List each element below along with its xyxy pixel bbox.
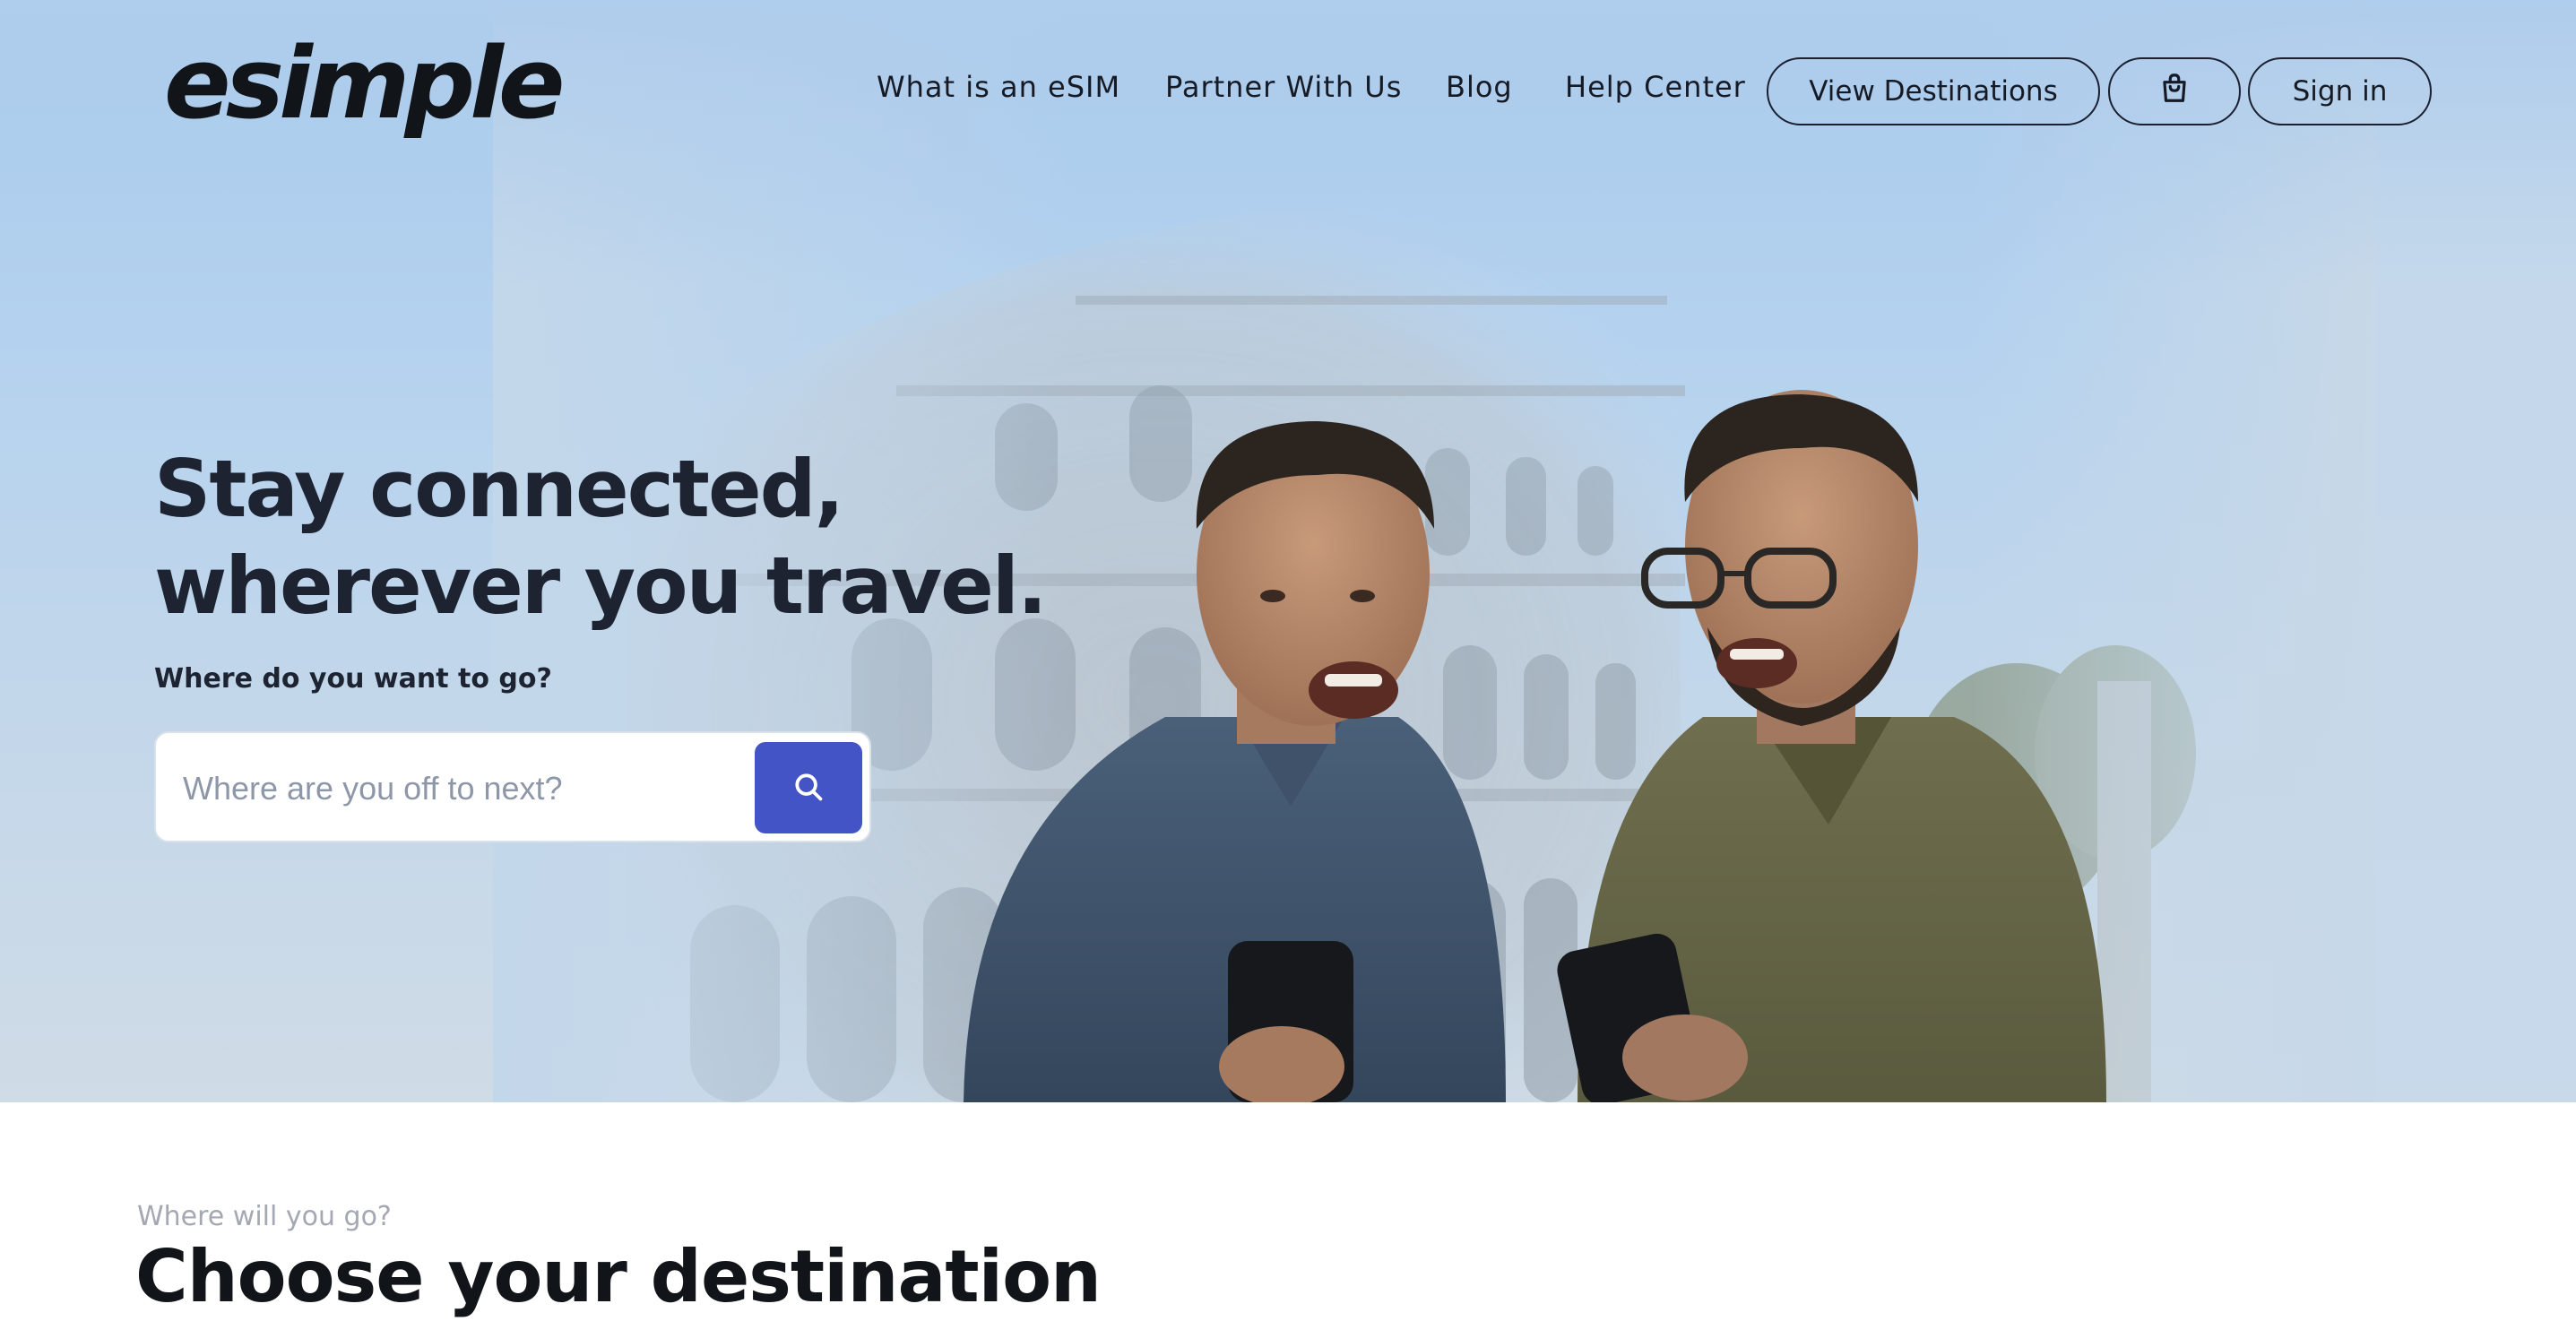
- search-button[interactable]: [755, 742, 862, 833]
- nav-link-what-is-esim[interactable]: What is an eSIM: [877, 70, 1120, 104]
- destinations-title: Choose your destination: [135, 1235, 1102, 1318]
- nav-link-blog[interactable]: Blog: [1446, 70, 1513, 104]
- shopping-bag-icon: [2157, 71, 2191, 112]
- cart-button[interactable]: [2108, 57, 2241, 125]
- view-destinations-button[interactable]: View Destinations: [1767, 57, 2100, 125]
- sign-in-button[interactable]: Sign in: [2248, 57, 2432, 125]
- destination-search: [154, 731, 871, 842]
- hero-subtitle: Where do you want to go?: [154, 663, 552, 695]
- page: esimple What is an eSIM Partner With Us …: [0, 0, 2576, 1321]
- main-nav: What is an eSIM Partner With Us Blog Hel…: [0, 57, 2576, 125]
- search-icon: [791, 770, 826, 807]
- destinations-eyebrow: Where will you go?: [137, 1201, 392, 1232]
- hero-title: Stay connected, wherever you travel.: [154, 443, 1047, 632]
- nav-link-help-center[interactable]: Help Center: [1565, 70, 1746, 104]
- hero-section: esimple What is an eSIM Partner With Us …: [0, 0, 2576, 1102]
- destinations-section: Where will you go? Choose your destinati…: [0, 1102, 2576, 1321]
- destination-search-input[interactable]: [183, 760, 721, 817]
- nav-link-partner[interactable]: Partner With Us: [1165, 70, 1402, 104]
- view-destinations-label: View Destinations: [1809, 75, 2058, 108]
- sign-in-label: Sign in: [2292, 75, 2388, 108]
